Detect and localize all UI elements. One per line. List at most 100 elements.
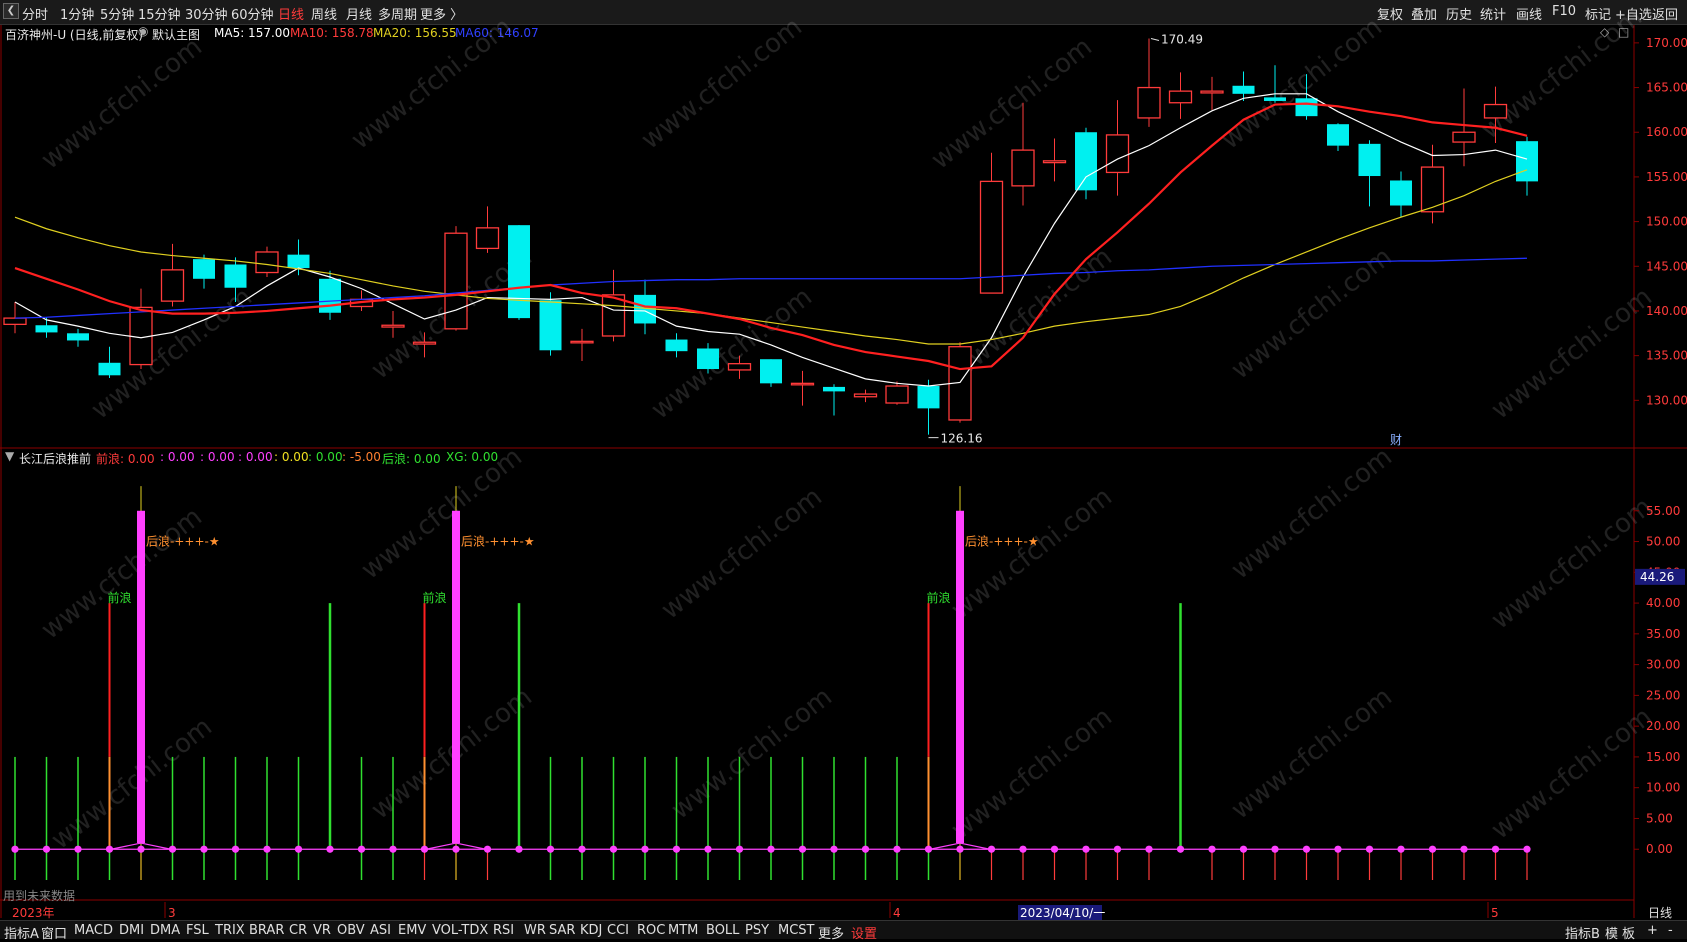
indicator-tab-18[interactable]: CCI — [607, 923, 629, 938]
ind-dot-27 — [861, 845, 870, 853]
candle-body-47 — [1483, 103, 1508, 119]
pink-spike-0 — [137, 510, 145, 844]
current-value-label: 44.26 — [1640, 570, 1674, 584]
candle-body-22 — [697, 348, 719, 370]
candle-body-15 — [475, 227, 500, 250]
ind-dot-29 — [924, 845, 933, 853]
ind-dot-45 — [1428, 845, 1437, 853]
watermark-11: www.cfchi.com — [1486, 282, 1658, 426]
houlang-label-1: 后浪-+++-★ — [461, 534, 535, 549]
candle-body-13 — [412, 341, 437, 345]
ind-dot-13 — [420, 845, 429, 853]
indicator-tab-9[interactable]: VR — [313, 923, 331, 938]
watermark-6: www.cfchi.com — [86, 282, 258, 426]
ind-dot-48 — [1523, 845, 1531, 853]
ind-tick-label-9: 10.00 — [1646, 781, 1680, 795]
indicator-tab-13[interactable]: VOL-TDX — [432, 923, 488, 938]
ind-tick-label-10: 5.00 — [1646, 811, 1673, 825]
ind-dot-23 — [735, 845, 744, 853]
candle-body-10 — [319, 278, 341, 313]
indicator-right-tab-2[interactable]: 板 — [1622, 923, 1635, 942]
indicator-tab-16[interactable]: SAR — [549, 923, 575, 938]
candle-body-0 — [3, 317, 27, 326]
candle-body-48 — [1516, 141, 1538, 182]
candle-body-8 — [255, 251, 279, 274]
ind-tick-label-11: 0.00 — [1646, 842, 1673, 856]
ind-dot-36 — [1145, 845, 1153, 853]
candle-body-16 — [508, 225, 530, 319]
indicator-tab-10[interactable]: OBV — [337, 923, 365, 938]
indicator-tab-11[interactable]: ASI — [370, 923, 391, 938]
candle-body-19 — [601, 294, 626, 337]
indicator-tab-12[interactable]: EMV — [398, 923, 426, 938]
indicator-right-tab-1[interactable]: 模 — [1605, 923, 1618, 942]
ind-dot-15 — [483, 845, 492, 853]
indicator-tab-4[interactable]: DMA — [150, 923, 180, 938]
indicator-tab-2[interactable]: MACD — [74, 923, 113, 938]
ind-dot-33 — [1050, 845, 1059, 853]
candle-body-36 — [1137, 86, 1161, 119]
qianlang-label-2: 前浪 — [927, 590, 951, 605]
price-tick-label-2: 160.00 — [1646, 125, 1687, 139]
ind-dot-44 — [1397, 845, 1405, 853]
ind-dot-43 — [1365, 845, 1374, 853]
ind-dot-46 — [1460, 845, 1468, 853]
future-data-label: 用到未来数据 — [3, 888, 75, 903]
indicator-tab-19[interactable]: ROC — [637, 923, 665, 938]
cursor-date-label: 2023/04/10/一 — [1020, 906, 1105, 920]
watermark-22: www.cfchi.com — [1226, 682, 1398, 826]
watermark-23: www.cfchi.com — [1486, 702, 1658, 846]
ind-dot-35 — [1113, 845, 1122, 853]
high-label: 170.49 — [1161, 32, 1203, 46]
month-label-1: 4 — [893, 906, 901, 920]
indicator-tab-1[interactable]: 窗口 — [41, 923, 67, 942]
indicator-tab-0[interactable]: 指标A — [4, 923, 39, 942]
indicator-tab-25[interactable]: 设置 — [851, 923, 877, 942]
ind-dot-24 — [767, 845, 775, 853]
ind-tick-label-7: 20.00 — [1646, 719, 1680, 733]
indicator-right-tab-3[interactable]: + — [1647, 923, 1658, 938]
indicator-tab-23[interactable]: MCST — [778, 923, 815, 938]
indicator-tab-6[interactable]: TRIX — [215, 923, 245, 938]
ind-dot-21 — [672, 845, 681, 853]
indicator-tab-15[interactable]: WR — [524, 923, 546, 938]
indicator-tab-14[interactable]: RSI — [493, 923, 514, 938]
ind-tick-label-3: 40.00 — [1646, 596, 1680, 610]
indicator-tab-5[interactable]: FSL — [186, 923, 209, 938]
ind-dot-2 — [74, 845, 82, 853]
ind-dot-25 — [798, 845, 807, 853]
indicator-tab-3[interactable]: DMI — [119, 923, 144, 938]
candle-body-5 — [160, 269, 185, 302]
watermark-15: www.cfchi.com — [946, 482, 1118, 626]
indicator-right-tab-0[interactable]: 指标B — [1565, 923, 1600, 942]
candle-body-46 — [1452, 131, 1476, 143]
candle-body-39 — [1232, 85, 1255, 94]
ind-dot-30 — [956, 845, 964, 853]
indicator-tab-20[interactable]: MTM — [668, 923, 698, 938]
indicator-tab-24[interactable]: 更多 — [818, 923, 844, 942]
ind-dot-7 — [231, 845, 240, 853]
indicator-tab-17[interactable]: KDJ — [580, 923, 602, 938]
candle-body-44 — [1390, 180, 1412, 206]
indicator-tab-8[interactable]: CR — [289, 923, 307, 938]
ind-dot-19 — [609, 845, 618, 853]
ind-dot-41 — [1302, 845, 1311, 853]
candle-body-14 — [444, 232, 468, 330]
indicator-tab-21[interactable]: BOLL — [706, 923, 739, 938]
indicator-right-tab-4[interactable]: - — [1668, 923, 1673, 938]
houlang-label-2: 后浪-+++-★ — [965, 534, 1039, 549]
watermark-17: www.cfchi.com — [1486, 492, 1658, 636]
price-tick-label-1: 165.00 — [1646, 81, 1687, 95]
ind-dot-3 — [105, 845, 114, 853]
watermark-16: www.cfchi.com — [1226, 442, 1398, 586]
ind-dot-5 — [168, 845, 177, 853]
indicator-tab-7[interactable]: BRAR — [249, 923, 284, 938]
ind-dot-6 — [200, 845, 208, 853]
ind-tick-label-6: 25.00 — [1646, 688, 1680, 702]
candlestick-chart[interactable]: www.cfchi.com www.cfchi.com www.cfchi.com w… — [0, 0, 1687, 939]
ind-dot-1 — [42, 845, 51, 853]
indicator-tab-22[interactable]: PSY — [745, 923, 769, 938]
ind-dot-16 — [515, 845, 523, 853]
ind-dot-8 — [263, 845, 271, 853]
candle-body-2 — [67, 333, 89, 341]
